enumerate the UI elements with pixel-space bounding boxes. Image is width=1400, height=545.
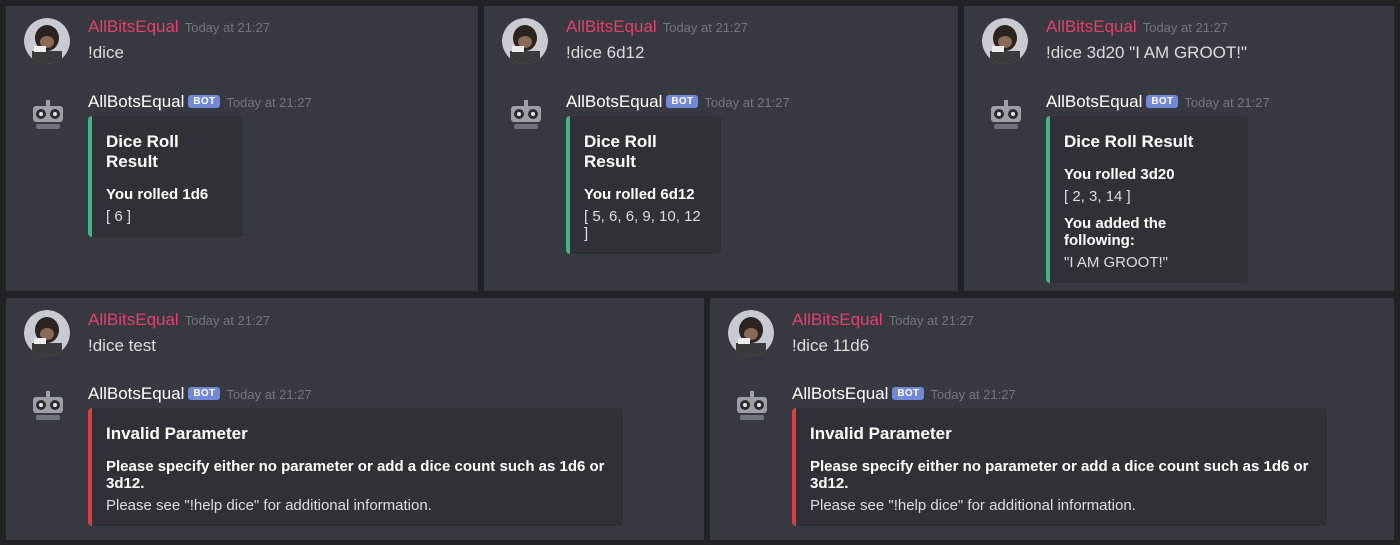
embed-field-name: You rolled 3d20: [1064, 166, 1175, 183]
chat-panel-1: AllBitsEqual Today at 21:27 !dice AllBots…: [6, 6, 478, 291]
error-embed: Invalid Parameter Please specify either …: [88, 408, 623, 526]
bot-avatar[interactable]: [28, 96, 68, 136]
embed-title: Invalid Parameter: [106, 424, 248, 443]
embed-title: Dice Roll Result: [1064, 132, 1194, 151]
embed-field-name: You added the following:: [1064, 215, 1167, 249]
chat-panel-4: AllBitsEqual Today at 21:27 !dice test Al…: [6, 298, 704, 540]
embed-field-value: "I AM GROOT!": [1064, 254, 1168, 271]
error-embed: Invalid Parameter Please specify either …: [792, 408, 1327, 526]
embed-field-value: Please see "!help dice" for additional i…: [106, 497, 432, 514]
username[interactable]: AllBitsEqual Today at 21:27: [1046, 17, 1228, 37]
chat-panel-3: AllBitsEqual Today at 21:27 !dice 3d20 "I…: [964, 6, 1394, 291]
command-text: !dice test: [88, 336, 157, 355]
username-text[interactable]: AllBitsEqual: [1046, 17, 1137, 36]
bot-tag: BOT: [1146, 95, 1179, 108]
command-text: !dice: [88, 43, 124, 62]
user-avatar[interactable]: [982, 18, 1028, 64]
bot-name-text[interactable]: AllBotsEqual: [88, 384, 184, 403]
user-avatar[interactable]: [24, 310, 70, 356]
bot-avatar[interactable]: [732, 387, 772, 427]
command-text: !dice 6d12: [566, 43, 645, 62]
embed-field-value: [ 2, 3, 14 ]: [1064, 188, 1131, 205]
bot-tag: BOT: [666, 95, 699, 108]
bot-timestamp: Today at 21:27: [226, 95, 312, 110]
user-avatar[interactable]: [502, 18, 548, 64]
chat-panel-5: AllBitsEqual Today at 21:27 !dice 11d6 Al…: [710, 298, 1394, 540]
command-text: !dice 11d6: [792, 336, 870, 355]
bot-name-text[interactable]: AllBotsEqual: [566, 92, 662, 111]
bot-timestamp: Today at 21:27: [704, 95, 790, 110]
bot-tag: BOT: [188, 95, 221, 108]
bot-avatar[interactable]: [28, 387, 68, 427]
bot-tag: BOT: [892, 387, 925, 400]
dice-result-embed: Dice Roll Result You rolled 1d6 [ 6 ]: [88, 116, 243, 237]
embed-field-name: Please specify either no parameter or ad…: [810, 458, 1309, 492]
chat-panel-2: AllBitsEqual Today at 21:27 !dice 6d12 Al…: [484, 6, 958, 291]
bot-name[interactable]: AllBotsEqual BOT Today at 21:27: [88, 92, 312, 112]
dice-result-embed: Dice Roll Result You rolled 6d12 [ 5, 6,…: [566, 116, 721, 254]
bot-name[interactable]: AllBotsEqual BOT Today at 21:27: [792, 384, 1016, 404]
dice-result-embed: Dice Roll Result You rolled 3d20 [ 2, 3,…: [1046, 116, 1248, 283]
embed-title: Dice Roll Result: [584, 132, 657, 171]
username-text[interactable]: AllBitsEqual: [88, 310, 179, 329]
username-text[interactable]: AllBitsEqual: [566, 17, 657, 36]
user-avatar[interactable]: [24, 18, 70, 64]
bot-name-text[interactable]: AllBotsEqual: [1046, 92, 1142, 111]
timestamp: Today at 21:27: [1142, 20, 1229, 35]
timestamp: Today at 21:27: [888, 313, 975, 328]
bot-avatar[interactable]: [506, 96, 546, 136]
username-text[interactable]: AllBitsEqual: [88, 17, 179, 36]
username[interactable]: AllBitsEqual Today at 21:27: [792, 310, 974, 330]
bot-name-text[interactable]: AllBotsEqual: [88, 92, 184, 111]
bot-timestamp: Today at 21:27: [226, 387, 312, 402]
timestamp: Today at 21:27: [184, 20, 271, 35]
timestamp: Today at 21:27: [662, 20, 749, 35]
bot-avatar[interactable]: [986, 96, 1026, 136]
username[interactable]: AllBitsEqual Today at 21:27: [88, 310, 270, 330]
command-text: !dice 3d20 "I AM GROOT!": [1046, 43, 1248, 62]
bot-name[interactable]: AllBotsEqual BOT Today at 21:27: [1046, 92, 1270, 112]
bot-name[interactable]: AllBotsEqual BOT Today at 21:27: [566, 92, 790, 112]
bot-timestamp: Today at 21:27: [930, 387, 1016, 402]
username-text[interactable]: AllBitsEqual: [792, 310, 883, 329]
embed-field-name: Please specify either no parameter or ad…: [106, 458, 605, 492]
user-avatar[interactable]: [728, 310, 774, 356]
embed-field-name: You rolled 1d6: [106, 186, 209, 203]
bot-name-text[interactable]: AllBotsEqual: [792, 384, 888, 403]
embed-field-value: Please see "!help dice" for additional i…: [810, 497, 1136, 514]
embed-field-value: [ 6 ]: [106, 208, 132, 225]
username[interactable]: AllBitsEqual Today at 21:27: [88, 17, 270, 37]
bot-tag: BOT: [188, 387, 221, 400]
bot-timestamp: Today at 21:27: [1184, 95, 1270, 110]
bot-name[interactable]: AllBotsEqual BOT Today at 21:27: [88, 384, 312, 404]
embed-title: Dice Roll Result: [106, 132, 179, 171]
username[interactable]: AllBitsEqual Today at 21:27: [566, 17, 748, 37]
embed-field-value: [ 5, 6, 6, 9, 10, 12 ]: [584, 208, 701, 242]
embed-field-name: You rolled 6d12: [584, 186, 695, 203]
embed-title: Invalid Parameter: [810, 424, 952, 443]
timestamp: Today at 21:27: [184, 313, 271, 328]
